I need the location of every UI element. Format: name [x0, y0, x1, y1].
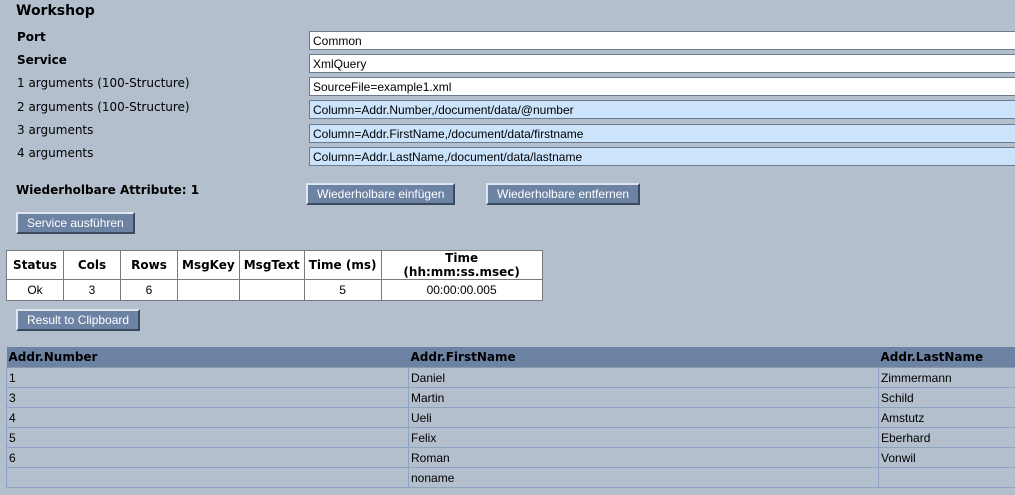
rows-header: Rows [120, 250, 178, 280]
lastname-cell: Schild [878, 387, 1015, 408]
service-label: Service [17, 53, 67, 67]
table-row: 4 Ueli Amstutz [6, 407, 1015, 428]
lastname-cell: Amstutz [878, 407, 1015, 428]
argument-4-input[interactable]: Column=Addr.LastName,/document/data/last… [309, 147, 1015, 166]
time-ms-header: Time (ms) [303, 250, 382, 280]
rows-value: 6 [120, 279, 178, 301]
table-row: 6 Roman Vonwil [6, 447, 1015, 468]
argument-2-input[interactable]: Column=Addr.Number,/document/data/@numbe… [309, 100, 1015, 119]
status-table: Status Cols Rows MsgKey MsgText Time (ms… [6, 250, 543, 301]
argument-4-label: 4 arguments [17, 146, 94, 160]
result-to-clipboard-button[interactable]: Result to Clipboard [16, 309, 141, 331]
firstname-cell: noname [408, 467, 879, 488]
time-hms-header: Time (hh:mm:ss.msec) [380, 250, 543, 280]
number-cell: 6 [6, 447, 409, 468]
cols-header: Cols [63, 250, 121, 280]
argument-2-label: 2 arguments (100-Structure) [17, 100, 190, 114]
number-cell: 1 [6, 367, 409, 388]
time-ms-value: 5 [303, 279, 382, 301]
status-value: Ok [6, 279, 64, 301]
lastname-cell [878, 467, 1015, 488]
argument-1-label: 1 arguments (100-Structure) [17, 76, 190, 90]
firstname-cell: Martin [408, 387, 879, 408]
number-cell: 3 [6, 387, 409, 408]
number-cell: 4 [6, 407, 409, 428]
status-header: Status [6, 250, 64, 280]
cols-value: 3 [63, 279, 121, 301]
number-cell: 5 [6, 427, 409, 448]
port-input[interactable]: Common [309, 31, 1015, 50]
repeatable-attributes-label: Wiederholbare Attribute: 1 [16, 183, 200, 197]
firstname-cell: Roman [408, 447, 879, 468]
remove-repeatable-button[interactable]: Wiederholbare entfernen [486, 183, 641, 205]
time-hms-value: 00:00:00.005 [380, 279, 543, 301]
port-label: Port [17, 30, 46, 44]
lastname-cell: Zimmermann [878, 367, 1015, 388]
number-cell [6, 467, 409, 488]
msgtext-value [238, 279, 305, 301]
page-title: Workshop [16, 3, 95, 19]
addr-lastname-header: Addr.LastName [878, 347, 1015, 368]
argument-3-label: 3 arguments [17, 123, 94, 137]
lastname-cell: Eberhard [878, 427, 1015, 448]
table-row: 5 Felix Eberhard [6, 427, 1015, 448]
execute-service-button[interactable]: Service ausführen [16, 212, 135, 234]
argument-3-input[interactable]: Column=Addr.FirstName,/document/data/fir… [309, 124, 1015, 143]
addr-number-header: Addr.Number [6, 347, 409, 368]
insert-repeatable-button[interactable]: Wiederholbare einfügen [306, 183, 456, 205]
firstname-cell: Daniel [408, 367, 879, 388]
table-row: 3 Martin Schild [6, 387, 1015, 408]
firstname-cell: Felix [408, 427, 879, 448]
result-table: Addr.Number Addr.FirstName Addr.LastName… [6, 347, 1015, 488]
service-input[interactable]: XmlQuery [309, 54, 1015, 73]
msgkey-header: MsgKey [177, 250, 240, 280]
argument-1-input[interactable]: SourceFile=example1.xml [309, 77, 1015, 96]
table-row: 1 Daniel Zimmermann [6, 367, 1015, 388]
table-row: noname [6, 467, 1015, 488]
lastname-cell: Vonwil [878, 447, 1015, 468]
msgtext-header: MsgText [238, 250, 305, 280]
addr-firstname-header: Addr.FirstName [408, 347, 879, 368]
firstname-cell: Ueli [408, 407, 879, 428]
msgkey-value [177, 279, 240, 301]
